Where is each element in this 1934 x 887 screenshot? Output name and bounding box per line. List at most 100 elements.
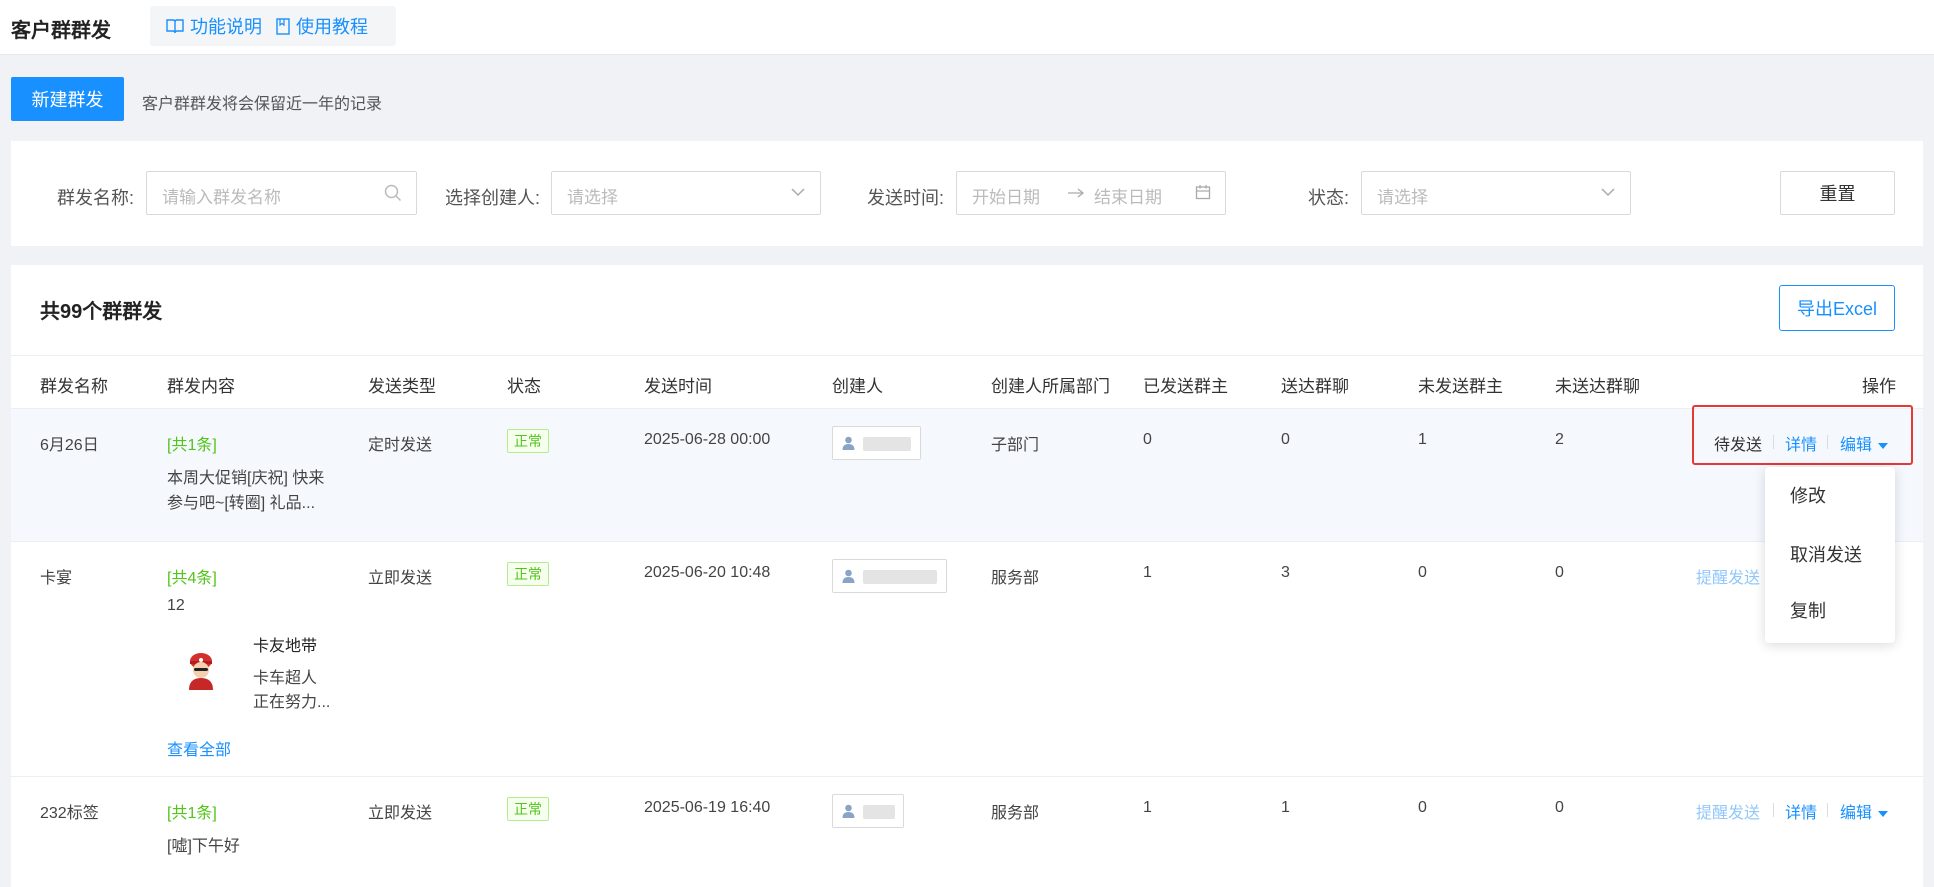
divider — [1827, 435, 1828, 449]
search-icon — [384, 184, 402, 202]
calendar-icon — [1195, 185, 1211, 200]
creator-name-redacted — [863, 805, 895, 819]
col-send-type: 发送类型 — [368, 377, 436, 396]
col-creator: 创建人 — [832, 377, 883, 396]
col-actions: 操作 — [1862, 377, 1896, 396]
caret-down-icon — [1878, 810, 1889, 817]
export-excel-button[interactable]: 导出Excel — [1779, 285, 1895, 331]
row-delivered: 3 — [1281, 564, 1290, 581]
table-row: 卡宴 [共4条] 12 卡友地带 卡车超人 正在努力... 查看全部 立即发送 … — [11, 542, 1923, 777]
row-sent-owners: 1 — [1143, 799, 1152, 816]
creator-name-redacted — [863, 437, 911, 451]
name-search-placeholder: 请输入群发名称 — [162, 188, 281, 207]
row-undelivered: 0 — [1555, 564, 1564, 581]
col-unsent-owners: 未发送群主 — [1418, 377, 1503, 396]
detail-link[interactable]: 详情 — [1785, 799, 1817, 823]
edit-dropdown-menu: 修改 取消发送 复制 — [1765, 467, 1895, 643]
edit-label: 编辑 — [1840, 805, 1873, 822]
creator-chip — [832, 559, 947, 593]
time-filter-label: 发送时间: — [867, 188, 945, 208]
start-date-placeholder: 开始日期 — [972, 188, 1040, 207]
col-undelivered: 未送达群聊 — [1555, 377, 1640, 396]
row-content-line: 参与吧~[转圈] 礼品... — [167, 495, 316, 512]
tutorial-label: 使用教程 — [296, 17, 368, 37]
row-content-line: 本周大促销[庆祝] 快来 — [167, 470, 325, 487]
menu-item-modify[interactable]: 修改 — [1790, 482, 1826, 508]
status-select[interactable]: 请选择 — [1361, 171, 1631, 215]
row-content-line: 12 — [167, 597, 185, 614]
divider — [1773, 435, 1774, 449]
row-send-time: 2025-06-28 00:00 — [644, 431, 771, 448]
col-status: 状态 — [507, 377, 541, 396]
table-header: 群发名称 群发内容 发送类型 状态 发送时间 创建人 创建人所属部门 已发送群主… — [11, 355, 1923, 409]
remind-send-link[interactable]: 提醒发送 — [1696, 799, 1760, 823]
tutorial-link[interactable]: 使用教程 — [262, 13, 368, 39]
table-row: 6月26日 [共1条] 本周大促销[庆祝] 快来 参与吧~[转圈] 礼品... … — [11, 409, 1923, 542]
col-send-time: 发送时间 — [644, 377, 712, 396]
card-desc: 卡车超人 — [253, 670, 318, 687]
row-dept: 服务部 — [991, 805, 1040, 822]
row-send-type: 立即发送 — [368, 805, 433, 822]
feature-intro-link[interactable]: 功能说明 — [150, 13, 262, 39]
col-delivered: 送达群聊 — [1281, 377, 1349, 396]
col-name: 群发名称 — [40, 377, 108, 396]
creator-select[interactable]: 请选择 — [551, 171, 821, 215]
feature-intro-label: 功能说明 — [190, 17, 262, 37]
remind-send-link[interactable]: 提醒发送 — [1696, 564, 1760, 588]
detail-link[interactable]: 详情 — [1785, 431, 1817, 455]
view-all-link[interactable]: 查看全部 — [167, 736, 231, 760]
row-unsent-owners: 1 — [1418, 431, 1427, 448]
edit-dropdown-trigger[interactable]: 编辑 — [1840, 799, 1889, 823]
arrow-right-icon — [1068, 188, 1085, 198]
row-delivered: 1 — [1281, 799, 1290, 816]
name-search-input[interactable]: 请输入群发名称 — [146, 171, 417, 215]
row-unsent-owners: 0 — [1418, 564, 1427, 581]
col-content: 群发内容 — [167, 377, 235, 396]
row-unsent-owners: 0 — [1418, 799, 1427, 816]
name-filter-label: 群发名称: — [57, 188, 135, 208]
page-title: 客户群群发 — [11, 20, 111, 42]
trucker-avatar-icon — [189, 653, 213, 690]
card-desc: 正在努力... — [253, 694, 331, 711]
row-undelivered: 2 — [1555, 431, 1564, 448]
row-count-tag: [共4条] — [167, 570, 217, 587]
top-bar: 客户群群发 功能说明 使用教程 — [0, 0, 1934, 55]
new-broadcast-button[interactable]: 新建群发 — [11, 77, 124, 121]
creator-chip — [832, 426, 921, 460]
row-sent-owners: 1 — [1143, 564, 1152, 581]
row-send-time: 2025-06-19 16:40 — [644, 799, 771, 816]
chevron-down-icon — [791, 188, 805, 197]
row-send-time: 2025-06-20 10:48 — [644, 564, 771, 581]
menu-item-cancel-send[interactable]: 取消发送 — [1790, 541, 1862, 567]
row-dept: 服务部 — [991, 570, 1040, 587]
caret-down-icon — [1878, 442, 1889, 449]
broadcast-count: 共99个群群发 — [40, 301, 163, 323]
status-badge: 正常 — [507, 429, 549, 453]
creator-filter-label: 选择创建人: — [445, 188, 541, 208]
menu-item-copy[interactable]: 复制 — [1790, 597, 1826, 623]
divider — [1827, 803, 1828, 817]
col-sent-owners: 已发送群主 — [1143, 377, 1228, 396]
row-sent-owners: 0 — [1143, 431, 1152, 448]
card-title: 卡友地带 — [253, 638, 318, 655]
status-badge: 正常 — [507, 797, 549, 821]
row-content-line: [嘘]下午好 — [167, 838, 240, 855]
end-date-placeholder: 结束日期 — [1094, 188, 1162, 207]
row-name: 卡宴 — [40, 570, 73, 587]
pending-send-status: 待发送 — [1714, 437, 1763, 454]
divider — [1773, 803, 1774, 817]
user-icon — [842, 436, 855, 450]
col-creator-dept: 创建人所属部门 — [991, 377, 1110, 396]
status-badge: 正常 — [507, 562, 549, 586]
status-placeholder: 请选择 — [1377, 188, 1428, 207]
creator-placeholder: 请选择 — [567, 188, 618, 207]
edit-dropdown-trigger[interactable]: 编辑 — [1840, 431, 1889, 455]
status-filter-label: 状态: — [1308, 188, 1350, 208]
creator-name-redacted — [863, 570, 937, 584]
date-range-picker[interactable]: 开始日期 结束日期 — [956, 171, 1226, 215]
row-delivered: 0 — [1281, 431, 1290, 448]
broadcast-list-card: 共99个群群发 导出Excel 群发名称 群发内容 发送类型 状态 发送时间 创… — [11, 265, 1923, 887]
table-row: 232标签 [共1条] [嘘]下午好 立即发送 正常 2025-06-19 16… — [11, 777, 1923, 887]
reset-button[interactable]: 重置 — [1780, 171, 1895, 215]
row-dept: 子部门 — [991, 437, 1040, 454]
